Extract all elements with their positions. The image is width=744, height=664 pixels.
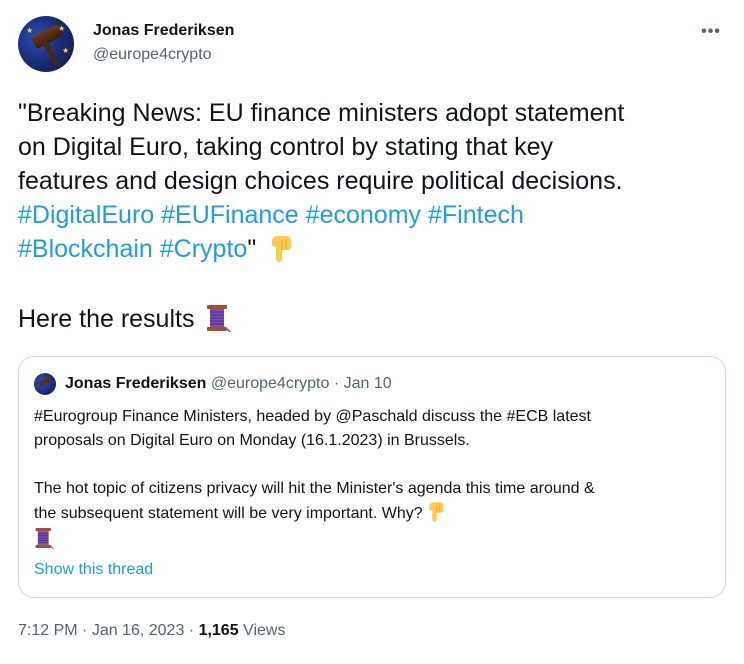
hashtag-digitaleuro[interactable]: #DigitalEuro: [18, 201, 154, 229]
quoted-tweet-date: Jan 10: [343, 375, 392, 392]
thread-spool-icon: [207, 305, 232, 333]
hashtag-line: #Blockchain #Crypto": [18, 232, 730, 266]
separator: ·: [333, 375, 340, 392]
quoted-line: #Eurogroup Finance Ministers, headed by …: [34, 408, 591, 425]
results-text: Here the results: [18, 305, 195, 333]
tweet-line: on Digital Euro, taking control by stati…: [18, 133, 554, 161]
quoted-author-handle: @europe4crypto: [210, 375, 330, 392]
tweet-metadata: 7:12 PM · Jan 16, 2023 · 1,165 Views: [18, 622, 285, 640]
pointing-down-icon: [428, 502, 444, 522]
tweet-time[interactable]: 7:12 PM: [18, 622, 78, 639]
author-avatar[interactable]: ★ ★ ★: [18, 16, 74, 72]
show-thread-link[interactable]: Show this thread: [34, 561, 153, 579]
views-count: 1,165: [198, 622, 239, 639]
quoted-line: proposals on Digital Euro on Monday (16.…: [34, 432, 470, 449]
tweet-date[interactable]: Jan 16, 2023: [92, 622, 185, 639]
pointing-down-icon: [272, 236, 292, 262]
quoted-line: The hot topic of citizens privacy will h…: [34, 480, 595, 497]
quoted-tweet-text: #Eurogroup Finance Ministers, headed by …: [34, 405, 714, 550]
author-name[interactable]: Jonas Frederiksen: [93, 22, 234, 40]
avatar-star-icon: ★: [26, 26, 34, 35]
quoted-author-avatar: [34, 373, 56, 395]
thread-spool-icon: [35, 528, 54, 550]
quoted-line: the subsequent statement will be very im…: [34, 505, 423, 522]
results-line: Here the results: [18, 302, 730, 336]
views-label: Views: [238, 622, 286, 639]
author-handle[interactable]: @europe4crypto: [93, 46, 212, 64]
quoted-tweet[interactable]: Jonas Frederiksen @europe4crypto · Jan 1…: [18, 356, 726, 598]
more-options-icon[interactable]: •••: [700, 22, 722, 42]
tweet-line: "Breaking News: EU finance ministers ado…: [18, 99, 625, 127]
hashtag-economy[interactable]: #economy: [306, 201, 421, 229]
tweet: ★ ★ ★ Jonas Frederiksen @europe4crypto •…: [0, 0, 744, 664]
quoted-tweet-header: Jonas Frederiksen @europe4crypto · Jan 1…: [65, 375, 392, 393]
hashtag-line: #DigitalEuro #EUFinance #economy #Fintec…: [18, 198, 730, 232]
hashtag-blockchain[interactable]: #Blockchain: [18, 235, 153, 263]
gavel-icon: [38, 376, 52, 387]
hashtag-crypto[interactable]: #Crypto: [160, 235, 248, 263]
tweet-line: features and design choices require poli…: [18, 167, 623, 195]
quoted-line-last: the subsequent statement will be very im…: [34, 501, 714, 526]
separator: ·: [184, 622, 199, 639]
quoted-author-name: Jonas Frederiksen: [65, 375, 207, 392]
closing-quote: ": [247, 235, 257, 263]
hashtag-fintech[interactable]: #Fintech: [428, 201, 524, 229]
hashtag-eufinance[interactable]: #EUFinance: [161, 201, 299, 229]
avatar-star-icon: ★: [62, 46, 70, 55]
tweet-text: "Breaking News: EU finance ministers ado…: [18, 96, 730, 336]
separator: ·: [77, 622, 92, 639]
